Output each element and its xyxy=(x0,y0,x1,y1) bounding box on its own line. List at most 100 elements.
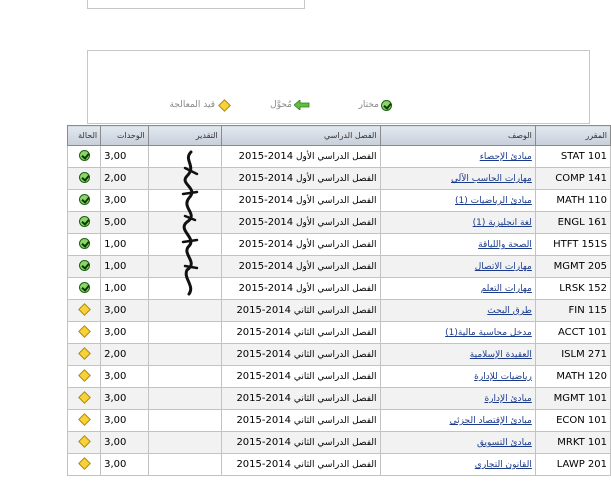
grade-cell xyxy=(147,167,222,190)
status-cell xyxy=(66,299,102,322)
check-icon xyxy=(381,99,392,111)
course-code-cell: FIN 115 xyxy=(534,299,611,322)
table-row: STAT 101 مبادئ الإحصاء الفصل الدراسي الأول… xyxy=(66,145,611,168)
term-name: الفصل الدراسي الأول xyxy=(296,284,377,294)
table-row: MRKT 101 مبادئ التسويق الفصل الدراسي الثان… xyxy=(66,431,611,454)
legend-transferred-label: مُحوَّل xyxy=(270,100,292,110)
description-cell: مهارات التعلم xyxy=(379,277,536,300)
description-cell: رياضيات للإدارة xyxy=(379,365,536,388)
check-icon xyxy=(78,149,90,161)
term-cell: الفصل الدراسي الأول 2014-2015 xyxy=(220,189,381,212)
course-description-link[interactable]: مبادئ الرياضيات (1) xyxy=(455,196,532,206)
description-cell: مبادئ الإدارة xyxy=(379,387,536,410)
status-cell xyxy=(66,167,102,190)
units-cell: 3,00 xyxy=(100,145,149,168)
term-cell: الفصل الدراسي الثاني 2014-2015 xyxy=(220,343,381,366)
term-cell: الفصل الدراسي الثاني 2014-2015 xyxy=(220,387,381,410)
units-cell: 1,00 xyxy=(100,255,149,278)
table-header-row: المقرر الوصف الفصل الدراسي التقدير الوحد… xyxy=(66,125,611,146)
header-units[interactable]: الوحدات xyxy=(100,125,149,146)
course-code: ECON 101 xyxy=(556,415,607,426)
course-description-link[interactable]: القانون التجاري xyxy=(475,460,532,470)
units-cell: 3,00 xyxy=(100,299,149,322)
status-cell xyxy=(66,387,102,410)
table-row: HTFT 151S الصحة واللياقة الفصل الدراسي الأ… xyxy=(66,233,611,256)
table-row: ACCT 101 مدخل محاسبة مالية(1) الفصل الدراس… xyxy=(66,321,611,344)
course-description-link[interactable]: مبادئ الإحصاء xyxy=(480,152,532,162)
grade-cell xyxy=(147,343,222,366)
grade-cell xyxy=(147,453,222,476)
course-code-cell: ACCT 101 xyxy=(534,321,611,344)
diamond-icon xyxy=(77,456,91,470)
description-cell: مبادئ الرياضيات (1) xyxy=(379,189,536,212)
courses-table: المقرر الوصف الفصل الدراسي التقدير الوحد… xyxy=(66,125,611,476)
header-description[interactable]: الوصف xyxy=(379,125,536,146)
check-icon xyxy=(78,237,90,249)
check-icon xyxy=(78,171,90,183)
course-code-cell: ECON 101 xyxy=(534,409,611,432)
term-name: الفصل الدراسي الثاني xyxy=(293,416,377,426)
diamond-icon xyxy=(218,98,231,112)
description-cell: العقيدة الإسلامية xyxy=(379,343,536,366)
term-cell: الفصل الدراسي الأول 2014-2015 xyxy=(220,167,381,190)
course-description-link[interactable]: الصحة واللياقة xyxy=(478,240,532,250)
units-cell: 2,00 xyxy=(100,167,149,190)
course-description-link[interactable]: مبادئ التسويق xyxy=(477,438,532,448)
status-cell xyxy=(66,453,102,476)
legend-in-progress-label: قيد المعالجة xyxy=(169,100,215,110)
term-year: 2014-2015 xyxy=(238,195,294,206)
legend-selected: مختار xyxy=(357,97,392,113)
term-name: الفصل الدراسي الأول xyxy=(296,262,377,272)
term-year: 2014-2015 xyxy=(238,151,294,162)
course-description-link[interactable]: مدخل محاسبة مالية(1) xyxy=(445,328,532,338)
term-name: الفصل الدراسي الأول xyxy=(296,174,377,184)
course-description-link[interactable]: مهارات التعلم xyxy=(481,284,532,294)
course-description-link[interactable]: العقيدة الإسلامية xyxy=(470,350,532,360)
arrow-left-icon xyxy=(294,100,310,110)
header-status[interactable]: الحالة xyxy=(66,125,102,146)
course-description-link[interactable]: مهارات الحاسب الآلي xyxy=(451,174,532,184)
course-description-link[interactable]: طرق البحث xyxy=(487,306,532,316)
course-description-link[interactable]: مهارات الاتصال xyxy=(475,262,532,272)
table-row: MGMT 101 مبادئ الإدارة الفصل الدراسي الثان… xyxy=(66,387,611,410)
description-cell: مبادئ الإقتصاد الجزئي xyxy=(379,409,536,432)
grade-cell xyxy=(147,233,222,256)
term-year: 2014-2015 xyxy=(238,283,294,294)
units-cell: 5,00 xyxy=(100,211,149,234)
grade-cell xyxy=(147,211,222,234)
course-description-link[interactable]: لغة انجليزية (1) xyxy=(473,218,532,228)
term-name: الفصل الدراسي الثاني xyxy=(293,438,377,448)
course-code: MRKT 101 xyxy=(557,437,607,448)
course-code: MATH 120 xyxy=(556,371,607,382)
status-cell xyxy=(66,431,102,454)
course-code-cell: COMP 141 xyxy=(534,167,611,190)
units-cell: 3,00 xyxy=(100,409,149,432)
course-code: ENGL 161 xyxy=(557,217,607,228)
term-year: 2014-2015 xyxy=(236,437,291,448)
check-icon xyxy=(78,259,90,271)
term-name: الفصل الدراسي الثاني xyxy=(293,372,377,382)
grade-cell xyxy=(147,409,222,432)
course-description-link[interactable]: رياضيات للإدارة xyxy=(474,372,532,382)
term-name: الفصل الدراسي الأول xyxy=(296,218,377,228)
header-course[interactable]: المقرر xyxy=(534,125,611,146)
course-code: ACCT 101 xyxy=(557,327,607,338)
check-icon xyxy=(78,193,90,205)
legend-selected-label: مختار xyxy=(358,100,379,110)
status-cell xyxy=(66,211,102,234)
term-cell: الفصل الدراسي الأول 2014-2015 xyxy=(220,211,381,234)
header-grade[interactable]: التقدير xyxy=(147,125,222,146)
status-cell xyxy=(66,189,102,212)
units-cell: 3,00 xyxy=(100,387,149,410)
header-term[interactable]: الفصل الدراسي xyxy=(220,125,381,146)
description-cell: مبادئ الإحصاء xyxy=(379,145,536,168)
table-row: ENGL 161 لغة انجليزية (1) الفصل الدراسي ال… xyxy=(66,211,611,234)
course-code: LRSK 152 xyxy=(559,283,607,294)
description-cell: لغة انجليزية (1) xyxy=(379,211,536,234)
term-year: 2014-2015 xyxy=(236,327,291,338)
grade-cell xyxy=(147,387,222,410)
description-cell: طرق البحث xyxy=(379,299,536,322)
course-description-link[interactable]: مبادئ الإدارة xyxy=(484,394,531,404)
course-description-link[interactable]: مبادئ الإقتصاد الجزئي xyxy=(450,416,532,426)
course-code: MGMT 101 xyxy=(553,393,607,404)
